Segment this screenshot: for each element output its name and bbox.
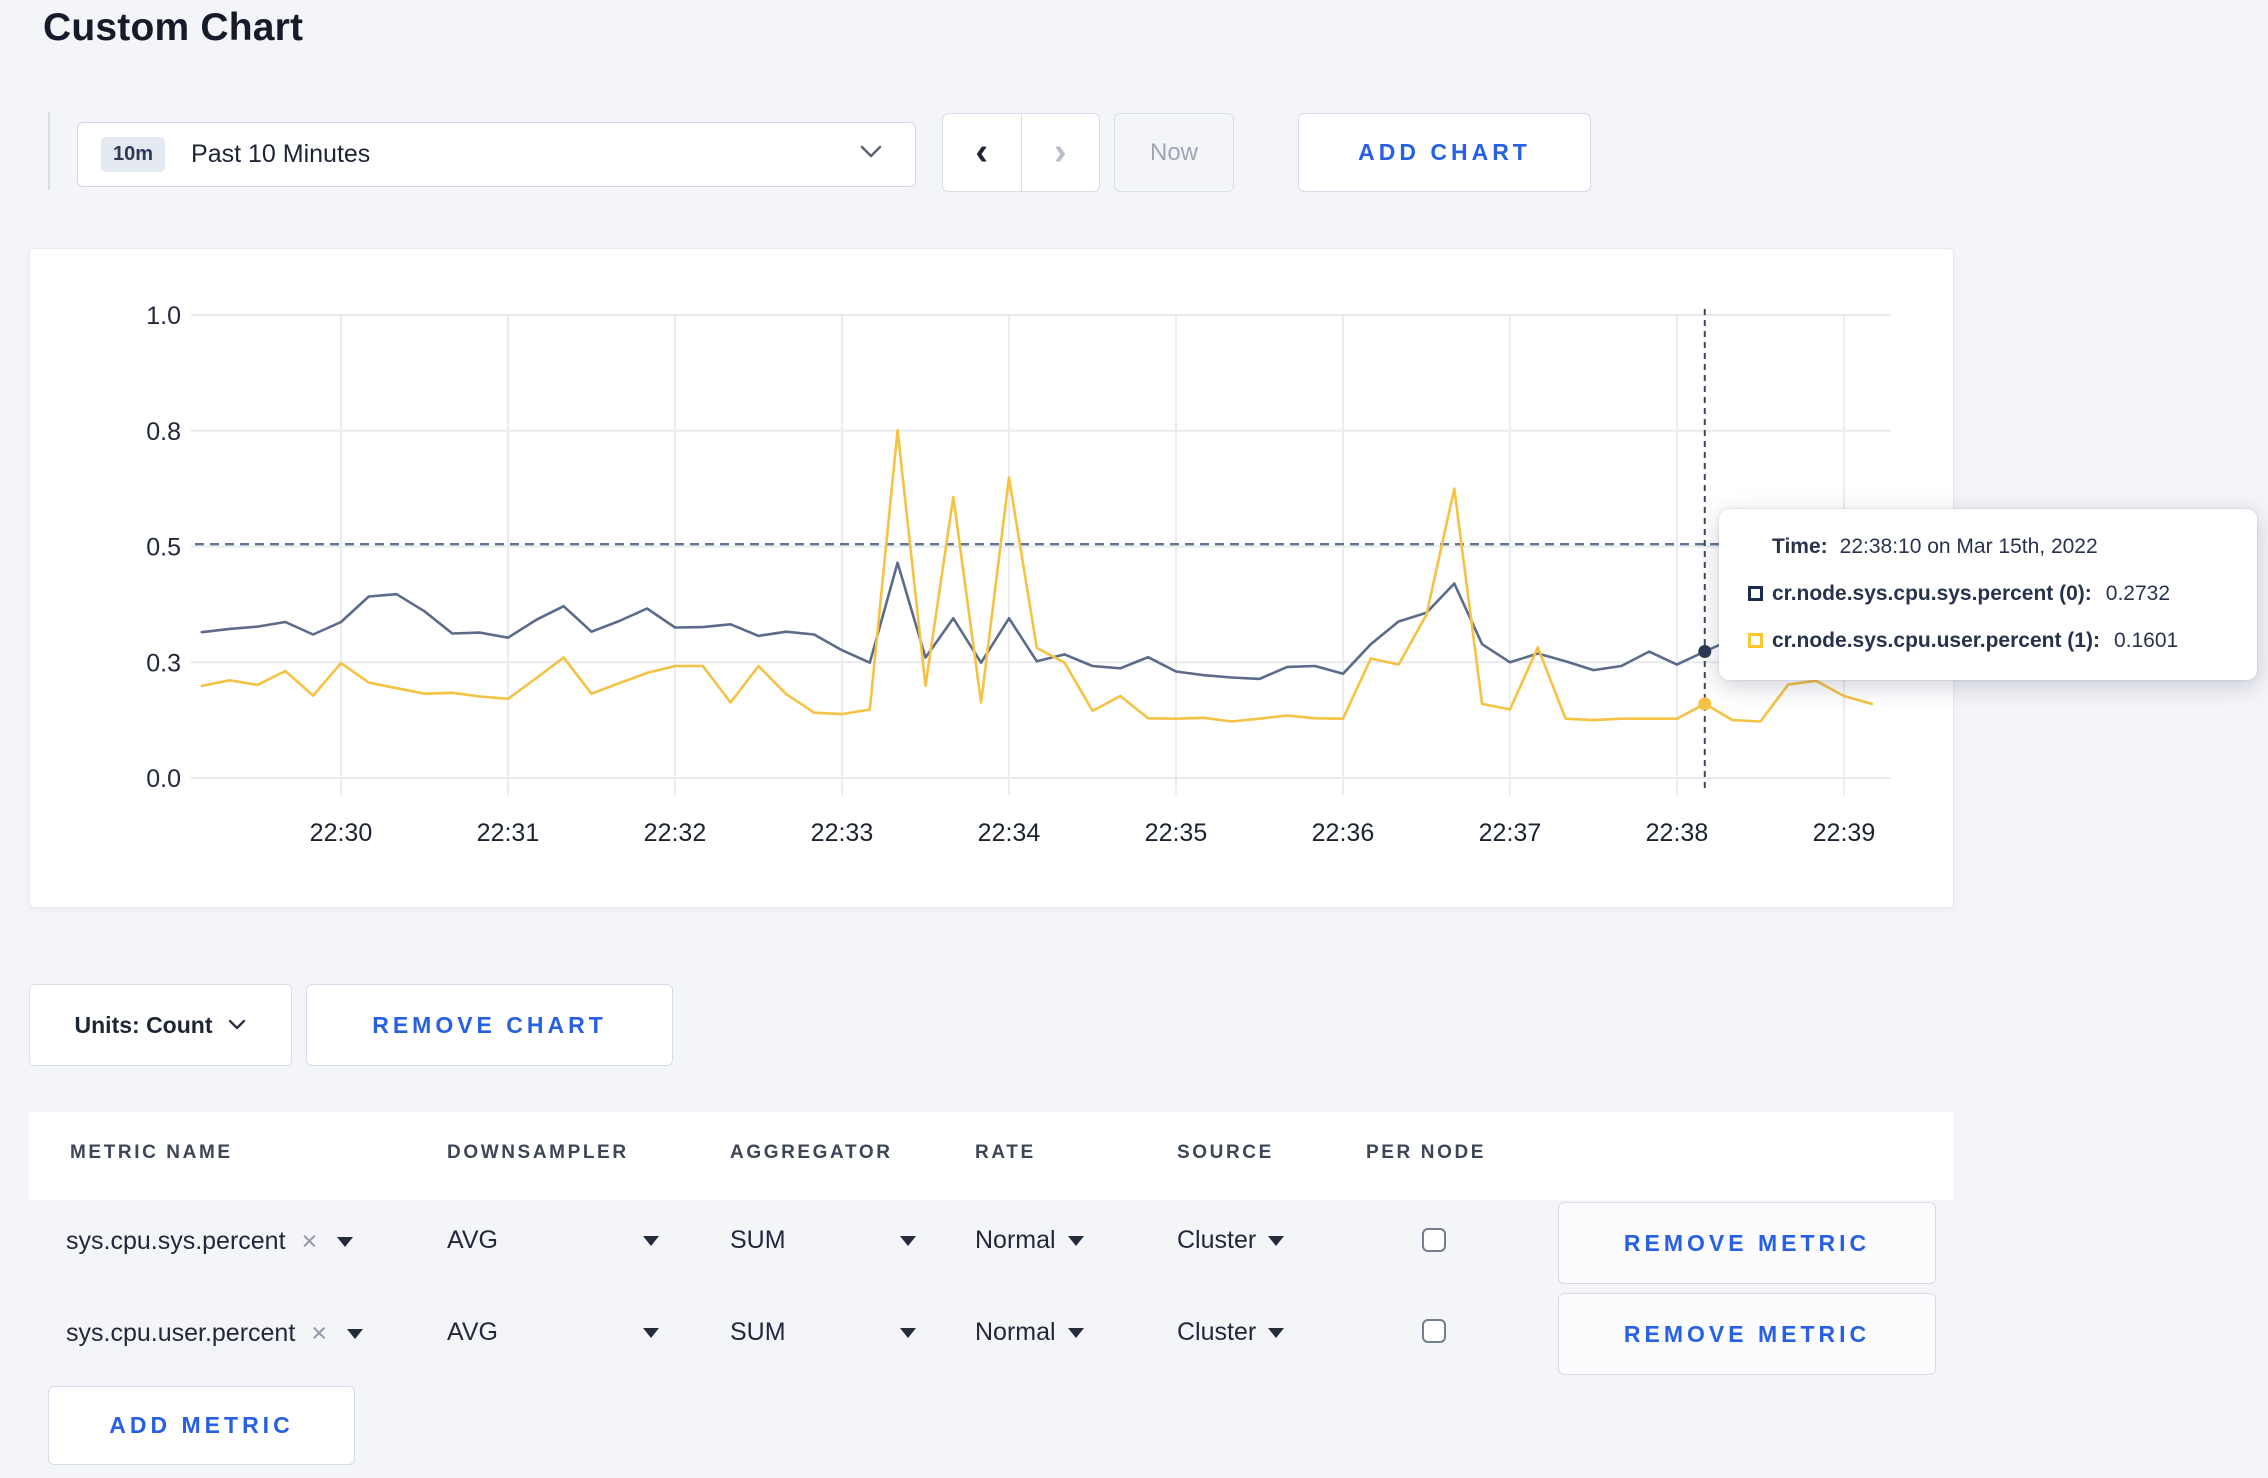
rate-dropdown[interactable]: Normal	[975, 1318, 1084, 1347]
svg-text:22:35: 22:35	[1145, 819, 1208, 847]
add-chart-button[interactable]: ADD CHART	[1298, 113, 1591, 192]
source-dropdown[interactable]: Cluster	[1177, 1318, 1285, 1347]
svg-text:22:38: 22:38	[1646, 819, 1709, 847]
caret-down-icon	[643, 1235, 659, 1246]
remove-metric-button[interactable]: REMOVE METRIC	[1558, 1293, 1936, 1375]
svg-text:22:36: 22:36	[1312, 819, 1375, 847]
metric-name-value: sys.cpu.sys.percent	[66, 1227, 286, 1255]
caret-down-icon	[337, 1236, 354, 1247]
tooltip-series-value: 0.2732	[2105, 581, 2171, 605]
units-dropdown[interactable]: Units: Count	[29, 984, 292, 1066]
header-rate: RATE	[975, 1142, 1036, 1163]
header-metric-name: METRIC NAME	[70, 1142, 233, 1163]
svg-text:22:34: 22:34	[978, 819, 1041, 847]
remove-selection-icon[interactable]: ×	[302, 1226, 318, 1257]
next-time-button[interactable]: ›	[1022, 114, 1100, 191]
chart-card: 0.0 0.3 0.5 0.8 1.0 22:30 22:31 22:32 22:33 22:34…	[29, 248, 1954, 908]
toolbar-divider	[48, 112, 50, 190]
aggregator-dropdown[interactable]: SUM	[730, 1318, 916, 1347]
per-node-checkbox[interactable]	[1422, 1228, 1446, 1252]
metric-name-value: sys.cpu.user.percent	[66, 1319, 296, 1347]
svg-text:0.5: 0.5	[146, 534, 181, 562]
svg-text:22:39: 22:39	[1813, 819, 1876, 847]
tooltip-time-row: Time: 22:38:10 on Mar 15th, 2022	[1748, 523, 2257, 570]
caret-down-icon	[1067, 1327, 1084, 1338]
add-metric-button[interactable]: ADD METRIC	[48, 1386, 355, 1465]
downsampler-value: AVG	[447, 1226, 498, 1254]
header-aggregator: AGGREGATOR	[730, 1142, 893, 1163]
svg-text:0.0: 0.0	[146, 765, 181, 793]
header-source: SOURCE	[1177, 1142, 1274, 1163]
aggregator-dropdown[interactable]: SUM	[730, 1226, 916, 1255]
metric-name-dropdown[interactable]: sys.cpu.user.percent ×	[66, 1318, 364, 1349]
downsampler-value: AVG	[447, 1318, 498, 1346]
aggregator-value: SUM	[730, 1318, 786, 1346]
rate-value: Normal	[975, 1318, 1056, 1346]
caret-down-icon	[900, 1235, 916, 1246]
caret-down-icon	[347, 1328, 364, 1339]
downsampler-dropdown[interactable]: AVG	[447, 1318, 659, 1347]
svg-text:22:30: 22:30	[310, 819, 373, 847]
header-downsampler: DOWNSAMPLER	[447, 1142, 629, 1163]
svg-text:22:31: 22:31	[477, 819, 540, 847]
svg-text:22:37: 22:37	[1479, 819, 1542, 847]
header-per-node: PER NODE	[1366, 1142, 1487, 1163]
svg-text:22:33: 22:33	[811, 819, 874, 847]
series-marker-icon	[1748, 633, 1763, 648]
rate-dropdown[interactable]: Normal	[975, 1226, 1084, 1255]
tooltip-series-row: cr.node.sys.cpu.sys.percent (0): 0.2732	[1748, 570, 2257, 617]
chevron-right-icon: ›	[1053, 131, 1067, 173]
custom-chart-plot[interactable]: 0.0 0.3 0.5 0.8 1.0 22:30 22:31 22:32 22:33 22:34…	[30, 249, 1955, 909]
source-dropdown[interactable]: Cluster	[1177, 1226, 1285, 1255]
remove-chart-button[interactable]: REMOVE CHART	[306, 984, 673, 1066]
time-pager: ‹ ›	[942, 113, 1100, 192]
rate-value: Normal	[975, 1226, 1056, 1254]
source-value: Cluster	[1177, 1318, 1257, 1346]
per-node-checkbox[interactable]	[1422, 1319, 1446, 1343]
metric-name-dropdown[interactable]: sys.cpu.sys.percent ×	[66, 1226, 354, 1257]
svg-text:0.3: 0.3	[146, 649, 181, 677]
chart-tooltip: Time: 22:38:10 on Mar 15th, 2022 cr.node…	[1719, 509, 2257, 680]
chevron-left-icon: ‹	[975, 131, 989, 173]
tooltip-series-value: 0.1601	[2113, 628, 2179, 652]
tooltip-series-label: cr.node.sys.cpu.user.percent (1):	[1772, 628, 2100, 652]
caret-down-icon	[1268, 1327, 1285, 1338]
caret-down-icon	[1268, 1235, 1285, 1246]
svg-text:22:32: 22:32	[644, 819, 707, 847]
source-value: Cluster	[1177, 1226, 1257, 1254]
aggregator-value: SUM	[730, 1226, 786, 1254]
prev-time-button[interactable]: ‹	[943, 114, 1022, 191]
tooltip-series-row: cr.node.sys.cpu.user.percent (1): 0.1601	[1748, 617, 2257, 664]
svg-text:0.8: 0.8	[146, 418, 181, 446]
caret-down-icon	[1067, 1235, 1084, 1246]
caret-down-icon	[900, 1327, 916, 1338]
caret-down-icon	[643, 1327, 659, 1338]
series-marker-icon	[1748, 586, 1763, 601]
time-range-selector[interactable]: 10m Past 10 Minutes	[77, 122, 916, 187]
units-label: Units: Count	[74, 1011, 213, 1038]
tooltip-time-value: 22:38:10 on Mar 15th, 2022	[1839, 534, 2098, 558]
chevron-down-icon	[229, 1019, 246, 1030]
remove-selection-icon[interactable]: ×	[311, 1318, 327, 1349]
tooltip-time-label: Time:	[1772, 534, 1828, 558]
time-range-badge: 10m	[101, 137, 166, 172]
downsampler-dropdown[interactable]: AVG	[447, 1226, 659, 1255]
svg-text:1.0: 1.0	[146, 302, 181, 330]
now-button[interactable]: Now	[1114, 113, 1234, 192]
tooltip-series-label: cr.node.sys.cpu.sys.percent (0):	[1772, 581, 2092, 605]
page-title: Custom Chart	[43, 6, 304, 49]
chevron-down-icon	[859, 144, 883, 165]
remove-metric-button[interactable]: REMOVE METRIC	[1558, 1202, 1936, 1284]
time-range-label: Past 10 Minutes	[191, 140, 371, 168]
